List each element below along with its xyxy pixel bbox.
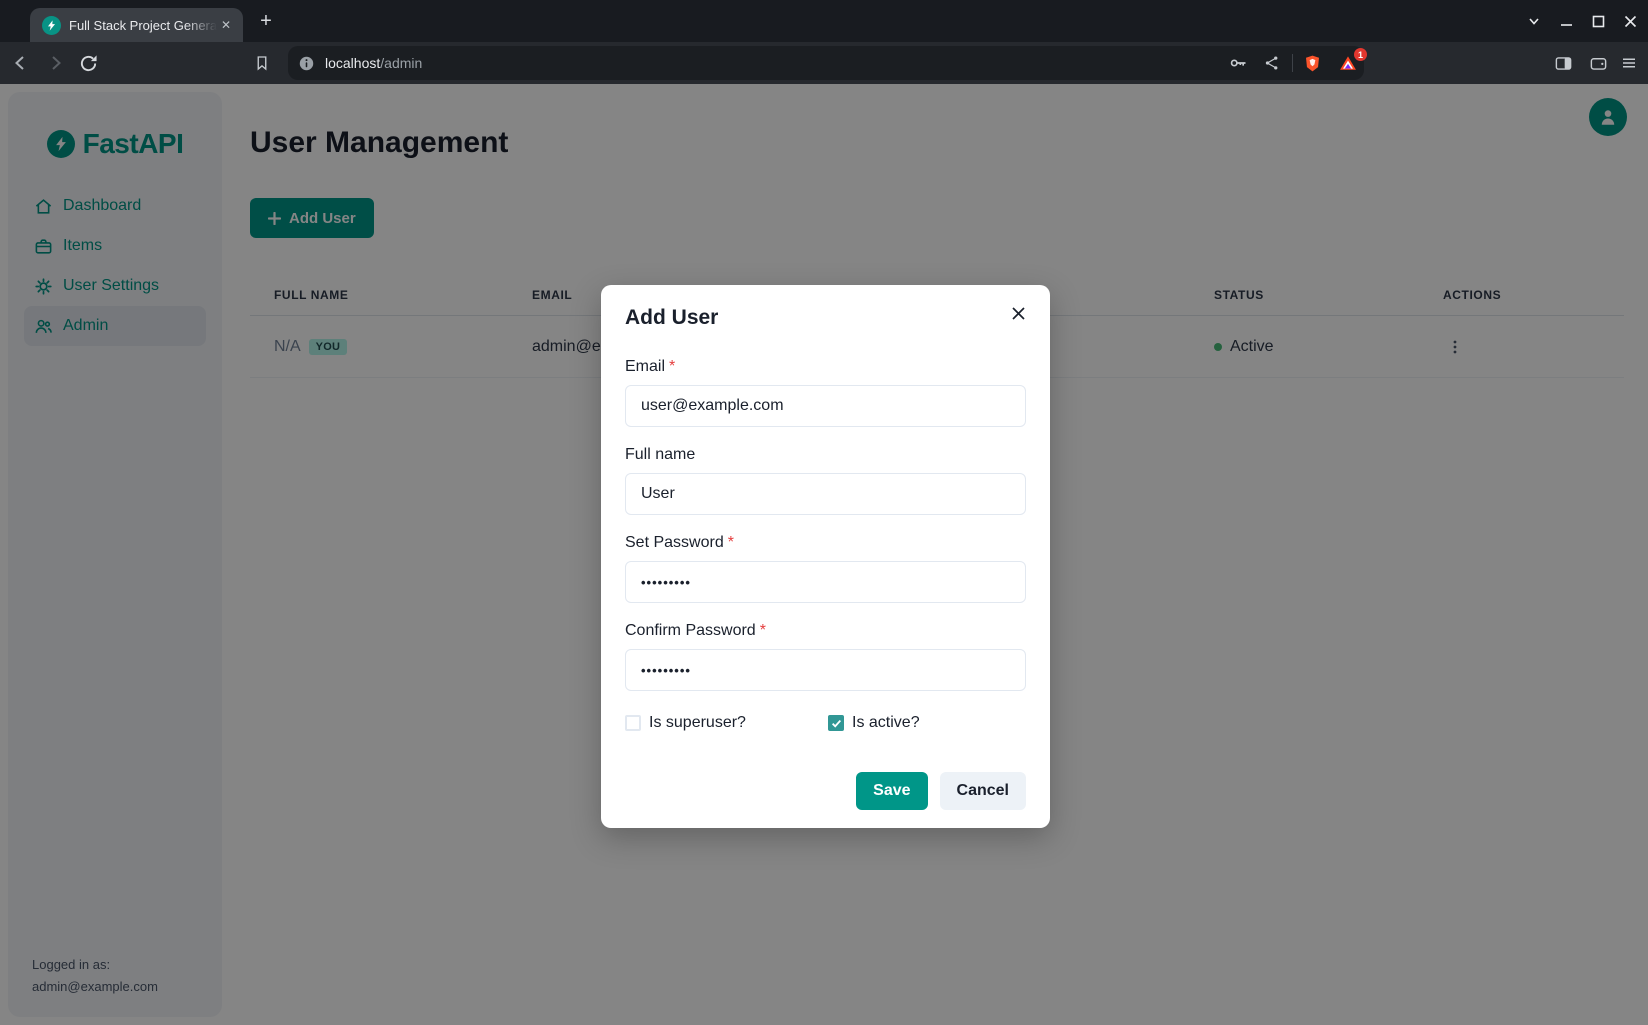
tab-close-icon[interactable]: ✕	[217, 16, 235, 34]
full-name-field[interactable]	[625, 473, 1026, 515]
set-password-label: Set Password*	[625, 531, 1026, 555]
is-superuser-label: Is superuser?	[649, 714, 746, 732]
back-button[interactable]	[5, 47, 37, 79]
tab-search-chevron-icon[interactable]	[1518, 5, 1550, 37]
bookmark-icon[interactable]	[246, 47, 278, 79]
confirm-password-field[interactable]	[625, 649, 1026, 691]
email-field[interactable]	[625, 385, 1026, 427]
brave-shield-icon[interactable]	[1302, 53, 1322, 73]
url-text: localhost/admin	[325, 55, 422, 71]
modal-title: Add User	[625, 305, 1026, 331]
browser-tab[interactable]: Full Stack Project Genera ✕	[30, 8, 243, 42]
key-icon[interactable]	[1228, 53, 1248, 73]
full-name-label: Full name	[625, 443, 1026, 467]
toolbar-divider	[1292, 54, 1293, 72]
cancel-button[interactable]: Cancel	[940, 772, 1026, 810]
modal-close-icon[interactable]	[1006, 301, 1030, 325]
is-active-checkbox[interactable]: Is active?	[828, 714, 920, 732]
url-path: /admin	[380, 55, 422, 71]
required-marker: *	[669, 358, 675, 375]
sidebar-panel-icon[interactable]	[1547, 47, 1579, 79]
share-icon[interactable]	[1262, 53, 1282, 73]
set-password-field[interactable]	[625, 561, 1026, 603]
is-superuser-checkbox[interactable]: Is superuser?	[625, 714, 828, 732]
email-label: Email*	[625, 355, 1026, 379]
url-bar[interactable]: localhost/admin 1	[288, 46, 1364, 80]
tab-strip: Full Stack Project Genera ✕ +	[0, 0, 1648, 42]
browser-toolbar: localhost/admin 1	[0, 42, 1648, 84]
modal-footer: Save Cancel	[625, 772, 1026, 810]
save-button[interactable]: Save	[856, 772, 927, 810]
maximize-button[interactable]	[1582, 5, 1614, 37]
browser-window: Full Stack Project Genera ✕ +	[0, 0, 1648, 1025]
checkmark-icon	[831, 718, 842, 729]
rewards-badge: 1	[1354, 48, 1367, 61]
checkbox-row: Is superuser? Is active?	[625, 711, 1026, 735]
wallet-icon[interactable]	[1582, 47, 1614, 79]
new-tab-button[interactable]: +	[254, 9, 278, 33]
menu-icon[interactable]	[1613, 47, 1645, 79]
checkbox-unchecked-icon[interactable]	[625, 715, 641, 731]
checkbox-checked-icon[interactable]	[828, 715, 844, 731]
url-host: localhost	[325, 55, 380, 71]
required-marker: *	[760, 622, 766, 639]
site-info-icon[interactable]	[298, 55, 315, 72]
tab-title: Full Stack Project Genera	[69, 18, 217, 33]
add-user-form: Email* Full name Set Password* Confirm P…	[625, 355, 1026, 810]
reload-button[interactable]	[72, 47, 104, 79]
close-window-button[interactable]	[1614, 5, 1646, 37]
fastapi-favicon-icon	[42, 16, 61, 35]
forward-button[interactable]	[39, 47, 71, 79]
confirm-password-label: Confirm Password*	[625, 619, 1026, 643]
required-marker: *	[728, 534, 734, 551]
page-content: FastAPI Dashboard Items User Settings	[0, 84, 1648, 1025]
add-user-modal: Add User Email* Full name Set Password*	[601, 285, 1050, 828]
minimize-button[interactable]	[1550, 5, 1582, 37]
is-active-label: Is active?	[852, 714, 920, 732]
